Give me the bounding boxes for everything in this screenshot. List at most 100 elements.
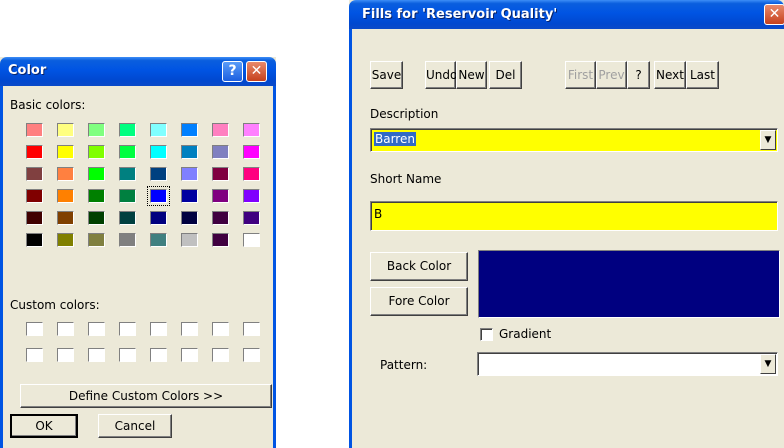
custom-color-swatch[interactable]: [26, 348, 43, 362]
short-name-value: B: [374, 207, 383, 221]
basic-color-swatch[interactable]: [243, 123, 260, 137]
pattern-combobox[interactable]: ▼: [477, 352, 778, 376]
basic-color-swatch[interactable]: [119, 211, 136, 225]
basic-color-swatch[interactable]: [88, 211, 105, 225]
custom-color-swatch[interactable]: [119, 322, 136, 336]
toolbar-help-button[interactable]: ?: [627, 61, 650, 89]
basic-color-swatch[interactable]: [150, 167, 167, 181]
selected-color-swatch[interactable]: [147, 186, 170, 206]
basic-color-swatch[interactable]: [243, 233, 260, 247]
custom-color-swatch[interactable]: [243, 348, 260, 362]
gradient-label: Gradient: [499, 327, 552, 341]
description-value: Barren: [374, 132, 416, 146]
custom-color-swatch[interactable]: [181, 322, 198, 336]
custom-color-swatch[interactable]: [181, 348, 198, 362]
basic-color-swatch[interactable]: [119, 167, 136, 181]
description-combobox[interactable]: Barren ▼: [370, 128, 778, 152]
basic-color-swatch[interactable]: [88, 233, 105, 247]
back-color-button[interactable]: Back Color: [370, 252, 468, 281]
color-dialog-titlebar[interactable]: Color ? ✕: [0, 57, 276, 86]
help-icon[interactable]: ?: [222, 61, 243, 82]
basic-color-swatch[interactable]: [181, 167, 198, 181]
basic-color-swatch[interactable]: [150, 233, 167, 247]
basic-color-swatch[interactable]: [119, 123, 136, 137]
basic-color-swatch[interactable]: [57, 233, 74, 247]
basic-color-swatch[interactable]: [26, 211, 43, 225]
basic-color-swatch[interactable]: [57, 189, 74, 203]
basic-color-swatch[interactable]: [119, 233, 136, 247]
basic-color-swatch[interactable]: [57, 123, 74, 137]
custom-color-swatch[interactable]: [88, 348, 105, 362]
color-dialog: Color ? ✕ Basic colors: Custom colors: D…: [0, 57, 276, 448]
window-frame-left: [349, 29, 352, 448]
custom-color-swatch[interactable]: [150, 322, 167, 336]
close-icon[interactable]: ✕: [246, 61, 267, 82]
basic-color-swatch[interactable]: [181, 145, 198, 159]
custom-color-swatch[interactable]: [212, 348, 229, 362]
basic-color-swatch[interactable]: [212, 211, 229, 225]
custom-color-swatch[interactable]: [119, 348, 136, 362]
basic-color-swatch[interactable]: [212, 123, 229, 137]
basic-color-swatch[interactable]: [57, 167, 74, 181]
toolbar-undo-button[interactable]: Undo: [425, 61, 457, 89]
basic-color-swatch[interactable]: [212, 167, 229, 181]
basic-color-swatch[interactable]: [150, 211, 167, 225]
toolbar-next-button[interactable]: Next: [654, 61, 686, 89]
chevron-down-icon[interactable]: ▼: [760, 130, 776, 150]
basic-color-swatch[interactable]: [150, 123, 167, 137]
fills-dialog-titlebar[interactable]: Fills for 'Reservoir Quality' ✕: [349, 0, 784, 29]
basic-color-swatch[interactable]: [181, 123, 198, 137]
custom-color-swatch[interactable]: [88, 322, 105, 336]
close-icon[interactable]: ✕: [764, 4, 784, 25]
basic-color-swatch[interactable]: [181, 233, 198, 247]
short-name-label: Short Name: [370, 172, 442, 186]
basic-color-swatch[interactable]: [26, 145, 43, 159]
gradient-checkbox[interactable]: [480, 328, 493, 341]
window-frame-right: [273, 86, 276, 448]
toolbar-last-button[interactable]: Last: [686, 61, 719, 89]
custom-color-swatch[interactable]: [243, 322, 260, 336]
basic-color-swatch[interactable]: [181, 189, 198, 203]
basic-color-swatch[interactable]: [26, 167, 43, 181]
basic-color-swatch[interactable]: [212, 189, 229, 203]
basic-color-swatch[interactable]: [26, 189, 43, 203]
color-dialog-title: Color: [8, 63, 47, 78]
short-name-input[interactable]: B: [370, 201, 778, 231]
pattern-label: Pattern:: [380, 358, 428, 372]
toolbar-save-button[interactable]: Save: [370, 61, 403, 89]
custom-color-swatch[interactable]: [150, 348, 167, 362]
define-custom-colors-button[interactable]: Define Custom Colors >>: [20, 384, 272, 408]
basic-color-swatch[interactable]: [212, 233, 229, 247]
toolbar-first-button[interactable]: First: [565, 61, 596, 89]
chevron-down-icon[interactable]: ▼: [760, 354, 776, 374]
basic-color-swatch[interactable]: [26, 233, 43, 247]
custom-color-swatch[interactable]: [57, 322, 74, 336]
basic-color-swatch[interactable]: [57, 211, 74, 225]
basic-color-swatch[interactable]: [212, 145, 229, 159]
basic-color-swatch[interactable]: [181, 211, 198, 225]
window-frame-left: [0, 86, 3, 448]
basic-color-swatch[interactable]: [150, 145, 167, 159]
ok-button[interactable]: OK: [10, 414, 78, 438]
cancel-button[interactable]: Cancel: [98, 414, 172, 438]
toolbar-del-button[interactable]: Del: [489, 61, 522, 89]
basic-color-swatch[interactable]: [88, 123, 105, 137]
custom-color-swatch[interactable]: [57, 348, 74, 362]
basic-color-swatch[interactable]: [88, 145, 105, 159]
toolbar-new-button[interactable]: New: [456, 61, 487, 89]
basic-color-swatch[interactable]: [57, 145, 74, 159]
fore-color-button[interactable]: Fore Color: [370, 287, 468, 316]
custom-color-swatch[interactable]: [212, 322, 229, 336]
custom-color-swatch[interactable]: [26, 322, 43, 336]
basic-color-swatch[interactable]: [88, 189, 105, 203]
toolbar-prev-button[interactable]: Prev: [596, 61, 627, 89]
basic-color-swatch[interactable]: [243, 167, 260, 181]
basic-color-swatch[interactable]: [243, 211, 260, 225]
basic-color-swatch[interactable]: [88, 167, 105, 181]
basic-color-swatch[interactable]: [26, 123, 43, 137]
basic-color-swatch[interactable]: [243, 189, 260, 203]
basic-colors-label: Basic colors:: [10, 98, 86, 112]
basic-color-swatch[interactable]: [243, 145, 260, 159]
basic-color-swatch[interactable]: [119, 189, 136, 203]
basic-color-swatch[interactable]: [119, 145, 136, 159]
